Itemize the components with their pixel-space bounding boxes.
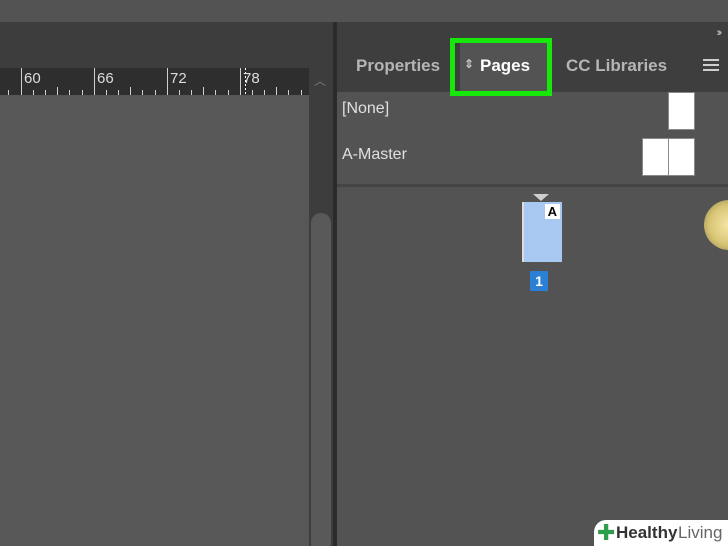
scroll-up-icon[interactable]: ︿	[314, 72, 326, 89]
page-thumbnail[interactable]: A	[522, 202, 562, 262]
master-thumbnail-left	[642, 138, 669, 176]
watermark-brand-suffix: Living	[678, 523, 723, 542]
pages-tab-highlight	[450, 38, 552, 96]
watermark-brand: Healthy	[616, 523, 678, 542]
horizontal-ruler: 60 66 72 78	[0, 68, 309, 95]
tab-properties[interactable]: Properties	[356, 56, 440, 76]
document-canvas[interactable]	[0, 95, 309, 546]
document-header	[0, 22, 333, 68]
ruler-label: 60	[24, 70, 41, 87]
pages-panel: Properties ⇕ Pages CC Libraries [None] A…	[337, 22, 728, 546]
cursor-highlight	[704, 200, 728, 250]
page-master-letter: A	[544, 204, 560, 219]
master-label: [None]	[342, 100, 390, 117]
page-number-badge[interactable]: 1	[530, 271, 548, 291]
panel-menu-icon[interactable]	[703, 59, 719, 73]
master-item-none[interactable]: [None]	[337, 92, 728, 138]
panel-separator[interactable]	[337, 184, 728, 187]
ruler-label: 72	[170, 70, 187, 87]
collapse-panel-icon[interactable]: ››	[717, 27, 723, 39]
page-marker-icon	[533, 194, 549, 201]
master-item-a-master[interactable]: A-Master	[337, 138, 728, 184]
master-thumbnail-right	[668, 138, 695, 176]
tab-cc-libraries[interactable]: CC Libraries	[566, 56, 667, 76]
ruler-ticks	[8, 68, 302, 95]
ruler-label: 78	[243, 70, 260, 87]
master-thumbnail	[668, 92, 695, 130]
ruler-label: 66	[97, 70, 114, 87]
scrollbar-thumb[interactable]	[311, 213, 331, 546]
plus-icon: ✚	[597, 520, 616, 545]
master-label: A-Master	[342, 146, 407, 163]
top-bar	[0, 0, 728, 22]
watermark: ✚ Healthy Living	[594, 520, 728, 546]
